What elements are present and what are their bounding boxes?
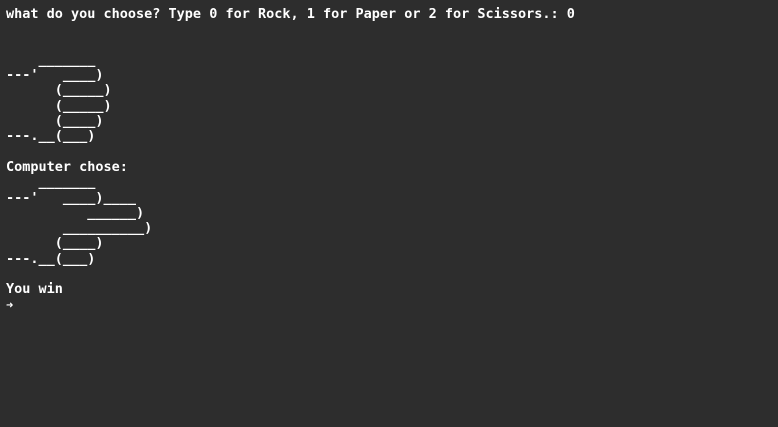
rock-art-line: (_____) [6,97,112,114]
terminal-window[interactable]: what do you choose? Type 0 for Rock, 1 f… [0,0,778,427]
shell-prompt-arrow-icon[interactable]: ➜ [6,298,778,313]
computer-chose-label: Computer chose: [6,158,128,175]
rock-art-line: (_____) [6,82,112,99]
scissors-art-line: ---' ____)____ [6,189,137,206]
rock-art-line: ---.__(___) [6,128,96,145]
scissors-art-line: ______) [6,204,145,221]
input-prompt-line: what do you choose? Type 0 for Rock, 1 f… [6,6,575,22]
rock-art-line: (____) [6,113,104,130]
rock-art-line: ---' ____) [6,67,104,84]
scissors-art-line: (____) [6,235,104,252]
scissors-art-line: __________) [6,220,153,237]
result-text: You win [6,281,63,298]
scissors-art-line: _______ [6,174,96,191]
rock-art-line: _______ [6,51,96,68]
scissors-art-line: ---.__(___) [6,250,96,267]
